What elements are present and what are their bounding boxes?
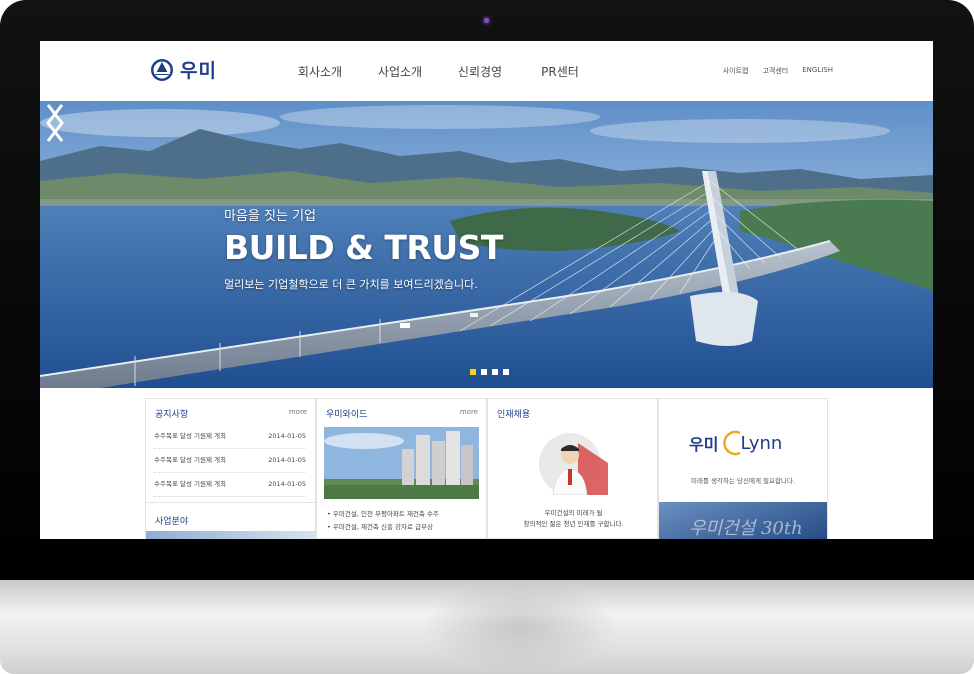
apartment-photo[interactable] — [324, 427, 479, 499]
slide-dot[interactable] — [503, 369, 509, 375]
lynn-brand-panel: 우미 Lynn 미래를 생각하는 당신에게 필요합니다. 우미건설 30th — [658, 398, 828, 539]
recruit-person-photo[interactable] — [533, 433, 608, 495]
sitemap-link[interactable]: 사이트맵 — [723, 66, 749, 76]
divider — [146, 502, 316, 503]
recruit-panel: 인재채용 우미건설의 미래가 될 창의적인 젊은 청년 인재를 구합니다. — [487, 398, 658, 539]
slide-pagination — [470, 369, 509, 375]
notice-list: 수주목표 달성 기원제 개최 2014-01-05 수주목표 달성 기원제 개최… — [154, 425, 306, 497]
lynn-description: 미래를 생각하는 당신에게 필요합니다. — [691, 477, 795, 485]
nav-item-trust[interactable]: 신뢰경영 — [440, 63, 520, 80]
hero-slider: 마음을 짓는 기업 BUILD & TRUST 멀리보는 기업철학으로 더 큰 … — [40, 101, 933, 388]
recruit-title: 인재채용 — [497, 410, 531, 420]
hero-title: BUILD & TRUST — [224, 228, 503, 267]
notice-title: 공지사항 — [155, 410, 189, 420]
webcam-indicator — [484, 18, 489, 23]
nav-item-company[interactable]: 회사소개 — [280, 63, 360, 80]
utility-links: 사이트맵 고객센터 ENGLISH — [723, 66, 833, 76]
slide-dot[interactable] — [470, 369, 476, 375]
main-navigation: 회사소개 사업소개 신뢰경영 PR센터 — [280, 63, 600, 80]
wide-more-link[interactable]: more — [460, 408, 478, 416]
slide-dot[interactable] — [492, 369, 498, 375]
lynn-logo[interactable]: 우미 Lynn — [689, 429, 782, 457]
notice-item[interactable]: 수주목표 달성 기원제 개최 2014-01-05 — [154, 473, 306, 497]
lynn-brand-en: Lynn — [740, 432, 783, 454]
wide-title: 우미와이드 — [326, 410, 368, 420]
notice-item[interactable]: 수주목표 달성 기원제 개최 2014-01-05 — [154, 449, 306, 473]
site-header: 우미 회사소개 사업소개 신뢰경영 PR센터 사이트맵 고객센터 ENGLISH — [40, 41, 933, 101]
news-item[interactable]: • 우미건설, 재건축 신흥 강자로 급부상 — [327, 521, 439, 534]
nav-item-pr[interactable]: PR센터 — [520, 63, 600, 80]
notice-more-link[interactable]: more — [289, 408, 307, 416]
news-item[interactable]: • 우미건설, 인천 부평아파트 재건축 수주 — [327, 508, 439, 521]
lynn-brand-kr: 우미 — [689, 435, 719, 454]
customer-center-link[interactable]: 고객센터 — [762, 66, 788, 76]
anniversary-banner[interactable]: 우미건설 30th — [659, 502, 827, 539]
notice-item[interactable]: 수주목표 달성 기원제 개최 2014-01-05 — [154, 425, 306, 449]
business-thumbnail[interactable] — [146, 531, 316, 539]
hero-subtitle: 마음을 짓는 기업 — [224, 209, 316, 224]
nav-item-business[interactable]: 사업소개 — [360, 63, 440, 80]
website-screen: 우미 회사소개 사업소개 신뢰경영 PR센터 사이트맵 고객센터 ENGLISH — [40, 41, 933, 539]
monitor-chin — [0, 580, 974, 674]
recruit-message: 우미건설의 미래가 될 창의적인 젊은 청년 인재를 구합니다. — [523, 509, 624, 528]
business-title[interactable]: 사업분야 — [155, 514, 188, 527]
umi-wide-panel: 우미와이드 more • 우미건설, 인천 부평아파트 재건축 수주 • 우미건… — [316, 398, 487, 539]
logo[interactable]: 우미 — [150, 56, 217, 83]
hero-description: 멀리보는 기업철학으로 더 큰 가치를 보여드리겠습니다. — [224, 278, 478, 291]
logo-mark-icon — [151, 58, 173, 81]
notice-panel: 공지사항 more 수주목표 달성 기원제 개최 2014-01-05 수주목표… — [145, 398, 316, 539]
slide-dot[interactable] — [481, 369, 487, 375]
logo-text: 우미 — [180, 60, 217, 82]
wide-news-list: • 우미건설, 인천 부평아파트 재건축 수주 • 우미건설, 재건축 신흥 강… — [327, 508, 439, 534]
chevron-right-icon[interactable] — [40, 101, 70, 145]
english-link[interactable]: ENGLISH — [802, 66, 833, 76]
